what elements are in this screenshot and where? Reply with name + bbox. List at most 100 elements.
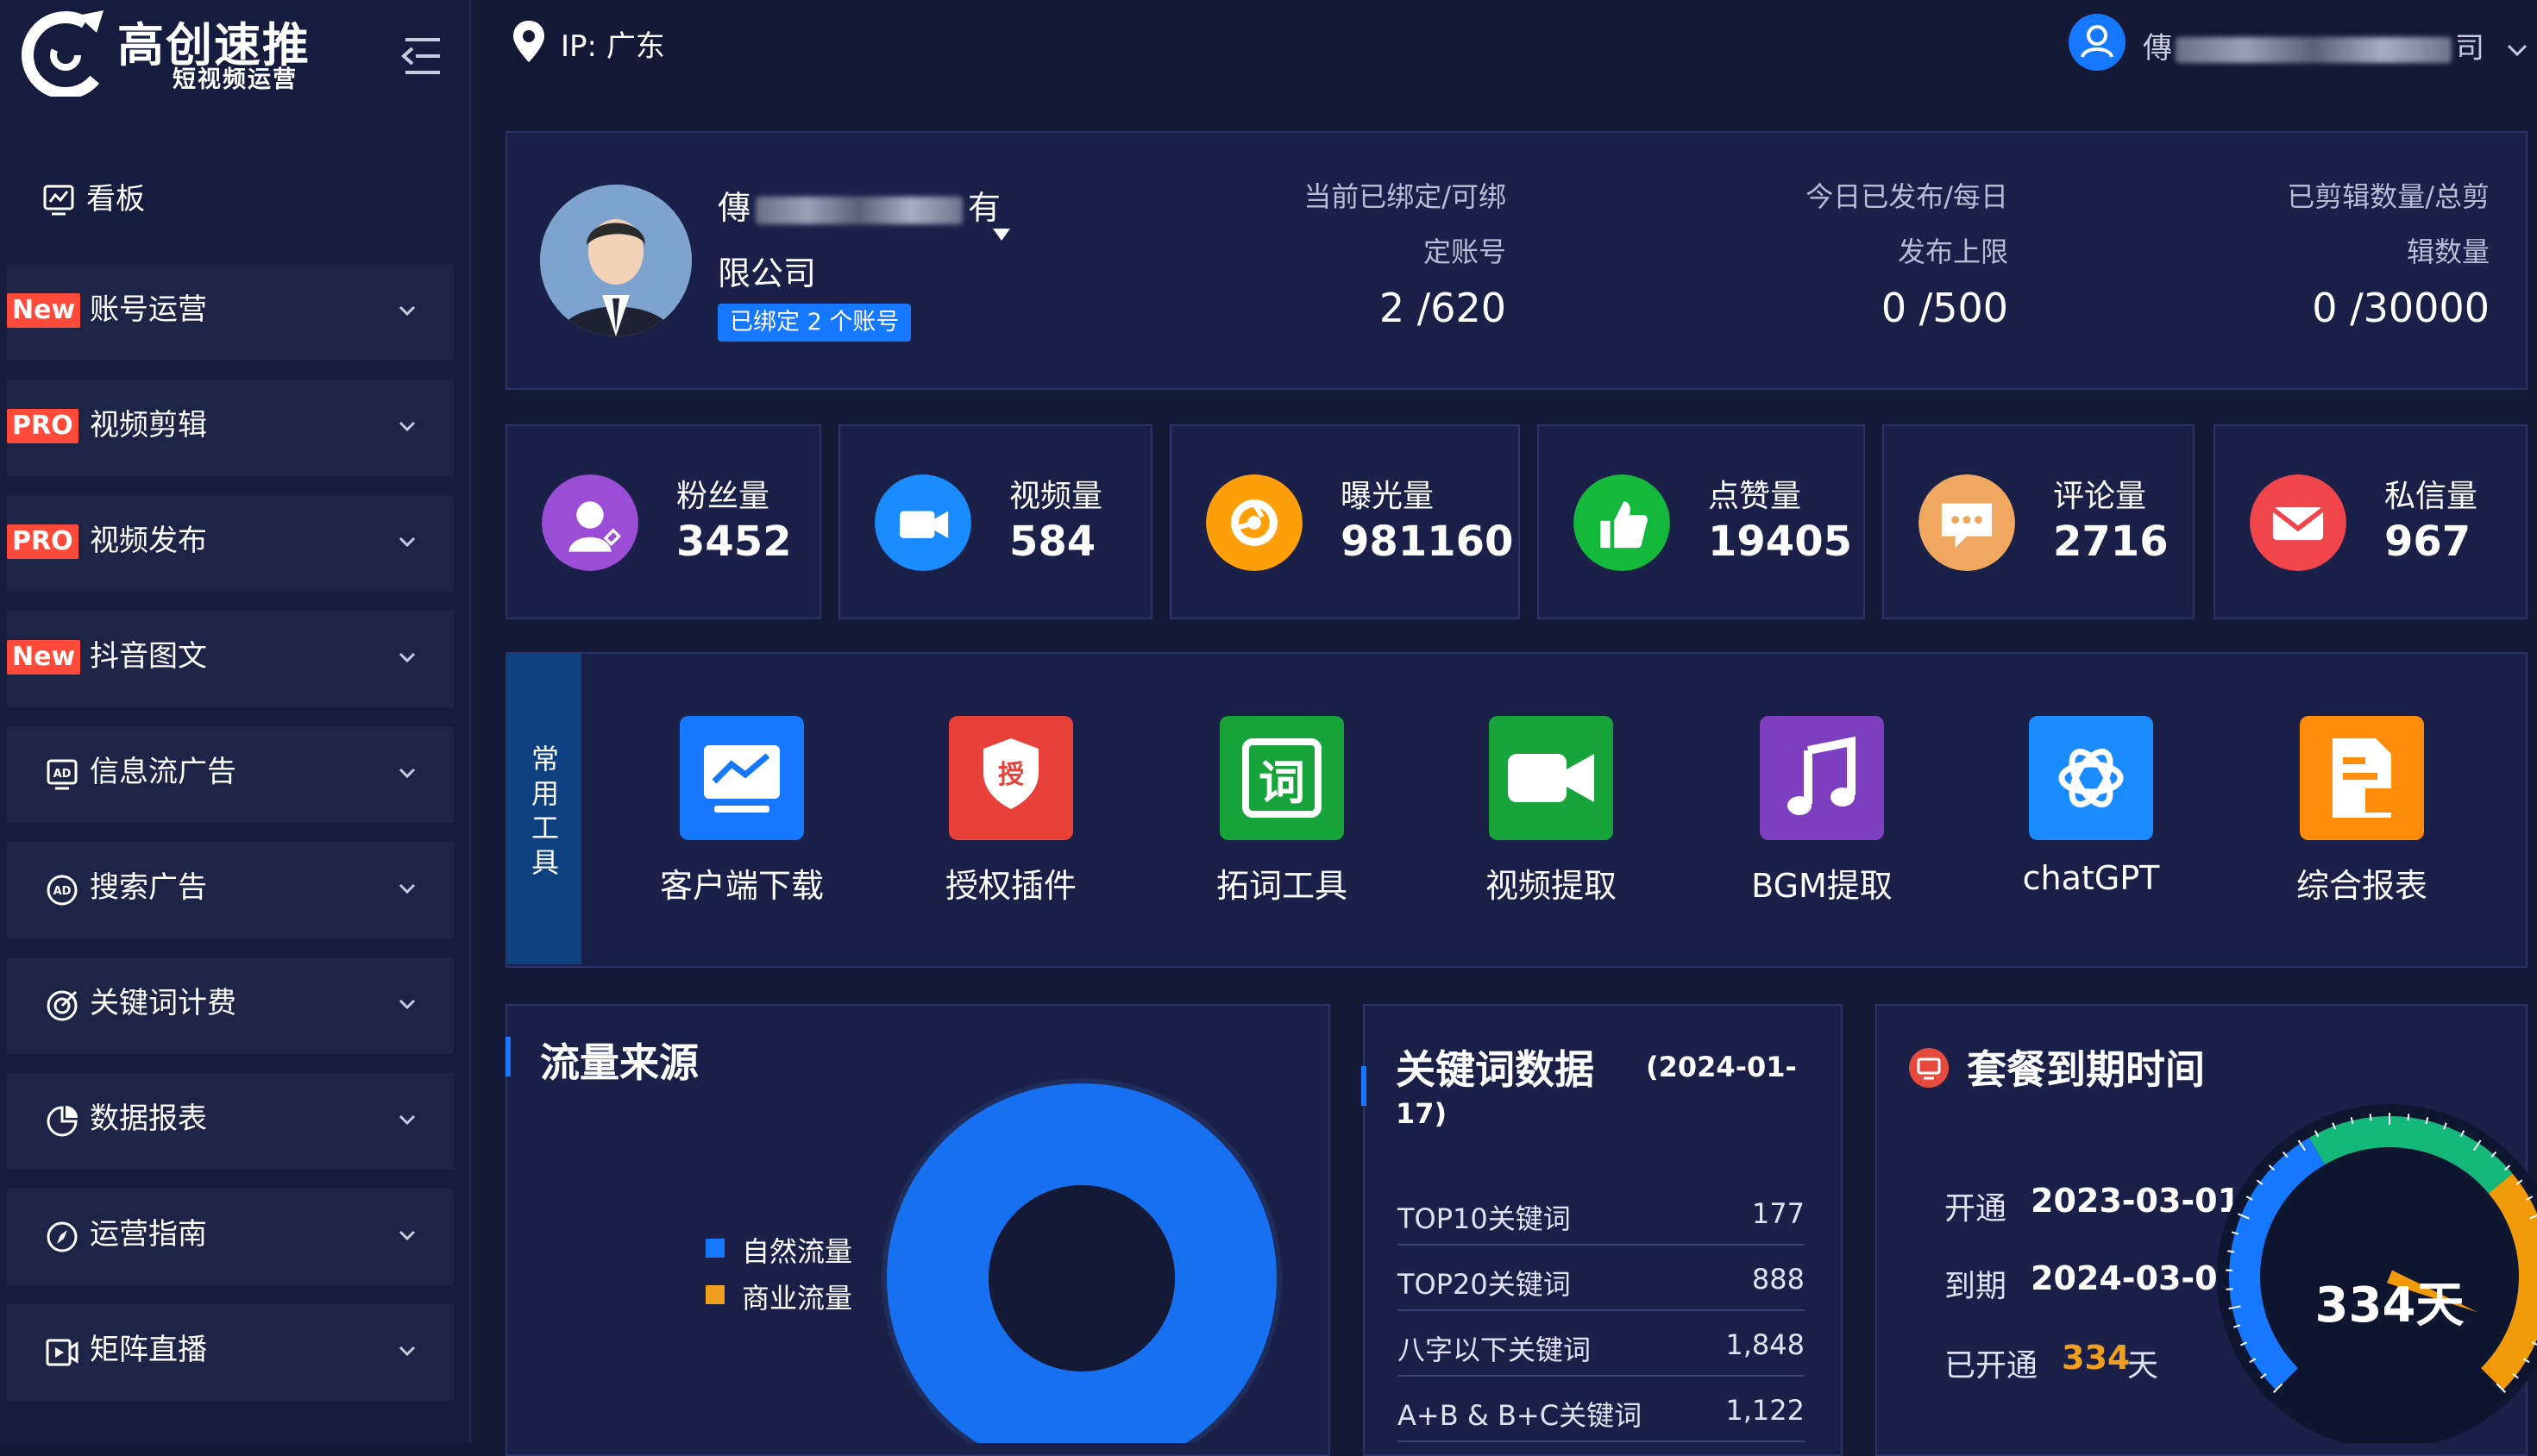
keyword-date-line2: 17)	[1396, 1097, 1447, 1130]
metric-label: 视频量	[1009, 471, 1102, 516]
gauge-tick	[2227, 1251, 2234, 1252]
sidebar-item-5[interactable]: AD信息流广告	[7, 726, 454, 823]
chevron-down-icon	[395, 992, 419, 1016]
tool-label[interactable]: 授权插件	[882, 859, 1140, 907]
plan-opened-days: 334	[2062, 1339, 2130, 1377]
sidebar-item-dashboard[interactable]: 看板	[3, 164, 455, 236]
tools-section-label: 常 用 工 具	[528, 742, 562, 880]
caret-down-icon[interactable]	[992, 228, 1011, 242]
video-extract-icon	[1489, 716, 1613, 840]
redacted-text	[2176, 37, 2452, 63]
plan-expire-label: 到期	[1944, 1261, 2006, 1306]
stat-label-line2: 辑数量	[2214, 224, 2490, 279]
sidebar-item-7[interactable]: 关键词计费	[7, 957, 454, 1054]
sidebar-item-4[interactable]: 抖音图文New	[7, 611, 454, 707]
chevron-down-icon	[395, 530, 419, 554]
sidebar-item-label: 搜索广告	[90, 868, 207, 907]
tool-3-button[interactable]: 词	[1220, 716, 1344, 840]
sidebar-item-8[interactable]: 数据报表	[7, 1073, 454, 1170]
sidebar-item-label: 运营指南	[90, 1214, 207, 1254]
ip-location: IP: 广东	[561, 22, 665, 65]
sidebar-item-badge: PRO	[7, 524, 78, 559]
avatar	[540, 185, 692, 336]
profile-stat-3: 已剪辑数量/总剪辑数量0 /30000	[2214, 169, 2490, 331]
tool-4-button[interactable]	[1489, 716, 1613, 840]
gauge-tick	[2226, 1289, 2233, 1290]
sidebar-item-label: 视频剪辑	[90, 405, 207, 445]
user-icon	[2069, 14, 2126, 71]
tool-label[interactable]: 综合报表	[2232, 859, 2491, 907]
chevron-down-icon	[395, 1108, 419, 1132]
video-camera-icon	[875, 474, 971, 571]
metric-card-6[interactable]: 私信量967	[2214, 424, 2528, 619]
ad-icon: AD	[45, 757, 79, 792]
company-name-line2: 限公司	[718, 247, 816, 294]
collapse-menu-icon[interactable]	[399, 35, 443, 78]
traffic-donut-chart	[875, 1075, 1289, 1443]
stat-value: 0 /500	[1732, 285, 2008, 331]
tool-6-button[interactable]	[2029, 716, 2153, 840]
keyword-value: 1,122	[1725, 1394, 1805, 1427]
sidebar-item-label: 账号运营	[90, 290, 207, 329]
keyword-row: 八字以下关键词1,848	[1397, 1309, 1805, 1377]
tool-1-button[interactable]	[680, 716, 804, 840]
svg-text:AD: AD	[53, 768, 72, 781]
legend-natural[interactable]: 自然流量	[742, 1230, 852, 1270]
metric-value: 2716	[2053, 518, 2169, 566]
keyword-row: TOP10关键词177	[1397, 1178, 1805, 1246]
redacted-text	[756, 197, 963, 224]
sidebar-item-badge: New	[7, 640, 80, 675]
metric-value: 3452	[676, 518, 792, 566]
tool-label[interactable]: chatGPT	[1962, 859, 2220, 897]
user-avatar[interactable]	[2069, 14, 2126, 71]
legend-commercial[interactable]: 商业流量	[742, 1277, 852, 1316]
chevron-down-icon	[395, 1223, 419, 1247]
sidebar-item-label: 看板	[86, 179, 145, 219]
person-avatar-icon	[540, 185, 692, 336]
pie-chart-icon	[45, 1104, 79, 1139]
company-name-line1: 傳有	[718, 181, 1001, 229]
chevron-down-icon	[395, 1339, 419, 1363]
sidebar-item-1[interactable]: 账号运营 New	[7, 264, 454, 361]
dashboard-icon	[41, 183, 76, 217]
sidebar-item-6[interactable]: AD 搜索广告	[7, 842, 454, 938]
keyword-row: A+B & B+C关键词 1,122	[1397, 1375, 1805, 1442]
tool-label[interactable]: 视频提取	[1422, 859, 1680, 907]
plan-gauge: 334天	[2208, 1095, 2537, 1443]
ip-value: 广东	[606, 29, 665, 64]
metric-card-1[interactable]: 粉丝量3452	[506, 424, 821, 619]
keyword-name: A+B & B+C关键词	[1397, 1394, 1642, 1434]
stat-label-line1: 今日已发布/每日	[1732, 169, 2008, 224]
sidebar-item-3[interactable]: 视频发布 PRO	[7, 495, 454, 592]
sidebar-item-2[interactable]: 视频剪辑PRO	[7, 380, 454, 476]
metric-card-4[interactable]: 点赞量19405	[1537, 424, 1865, 619]
user-name[interactable]: 傳司	[2143, 24, 2528, 66]
chevron-down-icon	[2506, 41, 2528, 59]
metric-card-3[interactable]: 曝光量981160	[1170, 424, 1520, 619]
metric-label: 评论量	[2053, 471, 2146, 516]
tool-label[interactable]: 客户端下载	[612, 859, 871, 907]
tool-7-button[interactable]	[2300, 716, 2424, 840]
sidebar-item-9[interactable]: 运营指南	[7, 1189, 454, 1285]
chatgpt-icon	[2029, 716, 2153, 840]
tool-5-button[interactable]	[1760, 716, 1884, 840]
title-accent	[506, 1037, 511, 1076]
metric-value: 19405	[1708, 518, 1852, 566]
tool-label[interactable]: BGM提取	[1692, 859, 1951, 907]
monitor-chart-icon	[680, 716, 804, 840]
metric-card-5[interactable]: 评论量2716	[1882, 424, 2195, 619]
metric-value: 967	[2384, 518, 2471, 566]
metric-label: 曝光量	[1341, 471, 1434, 516]
plan-monitor-icon	[1908, 1047, 1950, 1089]
profile-stat-2: 今日已发布/每日发布上限0 /500	[1732, 169, 2008, 331]
tool-2-button[interactable]: 授	[949, 716, 1073, 840]
search-ad-icon: AD	[45, 873, 79, 907]
metric-card-2[interactable]: 视频量584	[838, 424, 1152, 619]
sidebar-item-label: 视频发布	[90, 521, 207, 561]
sidebar-item-badge: New	[7, 293, 80, 328]
keyword-value: 177	[1752, 1197, 1805, 1230]
sidebar-item-10[interactable]: 矩阵直播	[7, 1304, 454, 1401]
tool-label[interactable]: 拓词工具	[1152, 859, 1411, 907]
aperture-icon	[1206, 474, 1303, 571]
target-icon	[45, 988, 79, 1023]
